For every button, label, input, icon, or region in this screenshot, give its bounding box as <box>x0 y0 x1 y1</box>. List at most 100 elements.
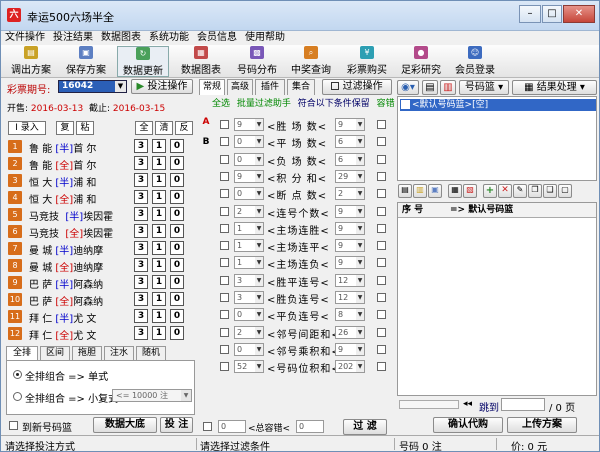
odds-3-button[interactable]: 3 <box>134 173 148 187</box>
tab-random[interactable]: 随机 <box>136 346 166 360</box>
select-all-link[interactable]: 全选 <box>212 99 230 109</box>
odds-0-button[interactable]: 0 <box>170 241 184 255</box>
tab-banker[interactable]: 拖胆 <box>72 346 102 360</box>
basket-checkbox[interactable] <box>401 100 410 109</box>
group-b-marker[interactable]: B <box>199 133 213 170</box>
odds-0-button[interactable]: 0 <box>170 190 184 204</box>
tab-regular[interactable]: 常规 <box>199 79 225 95</box>
entry-button[interactable]: I 录入 <box>8 121 46 135</box>
menu-help[interactable]: 使用帮助 <box>241 31 289 45</box>
issue-select[interactable]: 16042 ▼ <box>58 80 127 93</box>
filter-min-select[interactable]: 9 ▼ <box>234 169 264 183</box>
odds-3-button[interactable]: 3 <box>134 258 148 272</box>
odds-3-button[interactable]: 3 <box>134 139 148 153</box>
filter-tolerance-checkbox[interactable] <box>377 310 386 320</box>
edit-icon[interactable]: ✎ <box>513 184 527 198</box>
confirm-purchase-button[interactable]: 确认代购 <box>433 417 503 433</box>
filter-enable-checkbox[interactable] <box>220 344 229 354</box>
odds-0-button[interactable]: 0 <box>170 326 184 340</box>
filter-max-select[interactable]: 9 ▼ <box>335 118 365 131</box>
filter-min-select[interactable]: 0 ▼ <box>234 342 264 356</box>
menu-charts[interactable]: 数据图表 <box>97 31 145 45</box>
filter-tolerance-checkbox[interactable] <box>377 137 386 147</box>
odds-3-button[interactable]: 3 <box>134 241 148 255</box>
odds-3-button[interactable]: 3 <box>134 275 148 289</box>
odds-0-button[interactable]: 0 <box>170 156 184 170</box>
filter-max-select[interactable]: 26 ▼ <box>335 325 365 339</box>
save-icon[interactable]: ▣ <box>428 184 442 198</box>
filter-enable-checkbox[interactable] <box>220 310 229 320</box>
filter-enable-checkbox[interactable] <box>220 275 229 285</box>
filter-tolerance-checkbox[interactable] <box>377 293 386 302</box>
odds-0-button[interactable]: 0 <box>170 139 184 153</box>
filter-tolerance-checkbox[interactable] <box>377 120 386 129</box>
bet-operation-button[interactable]: ▶ 投注操作 <box>131 79 193 94</box>
tab-water[interactable]: 注水 <box>104 346 134 360</box>
filter-max-select[interactable]: 8 ▼ <box>335 308 365 322</box>
nav-icon[interactable]: ◉▾ <box>397 80 419 95</box>
delete-basket-icon[interactable]: ▥ <box>440 80 456 95</box>
odds-1-button[interactable]: 1 <box>152 173 166 187</box>
odds-1-button[interactable]: 1 <box>152 309 166 323</box>
filter-tolerance-checkbox[interactable] <box>377 362 386 372</box>
default-basket-item[interactable]: <默认号码篮>[空] <box>400 99 596 111</box>
clipboard-icon[interactable]: ▢ <box>558 184 572 198</box>
filter-max-select[interactable]: 6 ▼ <box>335 135 365 149</box>
clear-button[interactable]: 清 <box>155 121 173 135</box>
filter-min-select[interactable]: 1 ▼ <box>234 239 264 253</box>
result-process-button[interactable]: ▦ 结果处理 ▾ <box>512 80 597 95</box>
lottery-buy-button[interactable]: ¥ 彩票购买 <box>341 46 393 77</box>
filter-min-select[interactable]: 0 ▼ <box>234 152 264 166</box>
batch-filter-helper-link[interactable]: 批量过滤助手 <box>237 99 291 109</box>
odds-0-button[interactable]: 0 <box>170 309 184 323</box>
folder-icon[interactable]: ▥ <box>413 184 427 198</box>
data-chart-button[interactable]: ▦ 数据图表 <box>175 46 227 77</box>
tab-collection[interactable]: 集合 <box>287 79 315 95</box>
tolerance-min-select[interactable]: 0 <box>218 420 246 433</box>
menu-file[interactable]: 文件操作 <box>1 31 49 45</box>
odds-0-button[interactable]: 0 <box>170 275 184 289</box>
filter-min-select[interactable]: 1 ▼ <box>234 221 264 235</box>
filter-max-select[interactable]: 9 ▼ <box>335 221 365 235</box>
add-basket-icon[interactable]: ▤ <box>422 80 438 95</box>
tab-range[interactable]: 区间 <box>40 346 70 360</box>
select-all-button[interactable]: 全 <box>135 121 153 135</box>
load-plan-button[interactable]: ▤ 调出方案 <box>7 46 55 77</box>
filter-enable-checkbox[interactable] <box>220 189 229 199</box>
first-page-icon[interactable]: ◂◂ <box>463 399 472 409</box>
import-icon[interactable]: ▧ <box>463 184 477 198</box>
odds-1-button[interactable]: 1 <box>152 139 166 153</box>
odds-1-button[interactable]: 1 <box>152 207 166 221</box>
upload-plan-button[interactable]: 上传方案 <box>507 417 577 433</box>
filter-min-select[interactable]: 9 ▼ <box>234 118 264 131</box>
filter-tolerance-checkbox[interactable] <box>377 327 386 337</box>
odds-1-button[interactable]: 1 <box>152 258 166 272</box>
odds-3-button[interactable]: 3 <box>134 326 148 340</box>
filter-max-select[interactable]: 2 ▼ <box>335 187 365 201</box>
save-plan-button[interactable]: ▣ 保存方案 <box>61 46 111 77</box>
filter-enable-checkbox[interactable] <box>220 154 229 164</box>
filter-tolerance-checkbox[interactable] <box>377 241 386 251</box>
copy-icon[interactable]: ❐ <box>528 184 542 198</box>
filter-tolerance-checkbox[interactable] <box>377 171 386 181</box>
football-research-button[interactable]: ● 足彩研究 <box>395 46 447 77</box>
multi-radio[interactable] <box>13 392 22 401</box>
bet-button[interactable]: 投 注 <box>160 417 193 433</box>
single-radio[interactable] <box>13 370 22 379</box>
page-input[interactable] <box>501 398 545 411</box>
filter-max-select[interactable]: 29 ▼ <box>335 169 365 183</box>
filter-tolerance-checkbox[interactable] <box>377 206 386 216</box>
tab-advanced[interactable]: 高级 <box>227 79 253 95</box>
odds-1-button[interactable]: 1 <box>152 241 166 255</box>
filter-enable-checkbox[interactable] <box>220 258 229 268</box>
filter-enable-checkbox[interactable] <box>220 171 229 181</box>
filter-max-select[interactable]: 9 ▼ <box>335 204 365 218</box>
to-new-basket-checkbox[interactable] <box>9 421 18 430</box>
filter-enable-checkbox[interactable] <box>220 137 229 147</box>
filter-enable-checkbox[interactable] <box>220 223 229 233</box>
odds-0-button[interactable]: 0 <box>170 173 184 187</box>
filter-min-select[interactable]: 3 ▼ <box>234 273 264 287</box>
filter-min-select[interactable]: 2 ▼ <box>234 325 264 339</box>
filter-tolerance-checkbox[interactable] <box>377 223 386 233</box>
odds-0-button[interactable]: 0 <box>170 207 184 221</box>
